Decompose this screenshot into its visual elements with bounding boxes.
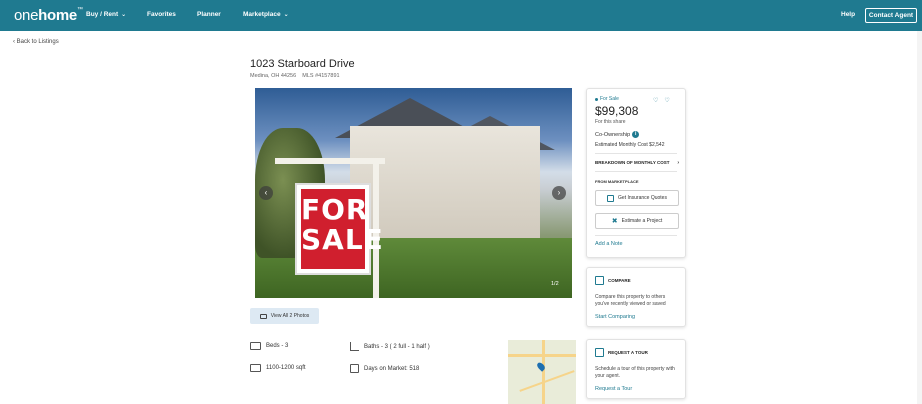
days-text: Days on Market: 518 [364,365,420,372]
logo-prefix: one [14,7,39,24]
nav-buy-rent[interactable]: Buy / Rent ⌄ [86,11,126,18]
card-actions: ♡ ♡ [653,97,670,104]
chevron-down-icon: ⌄ [121,12,127,18]
chevron-left-icon: ‹ [264,188,268,197]
logo-bold: home [38,7,77,24]
co-ownership-label: Co-Ownership [595,131,631,138]
photo-counter: 1/2 [551,281,559,287]
status-badge: For Sale [595,96,619,102]
divider [595,153,677,154]
from-marketplace-heading: FROM MARKETPLACE [595,179,639,184]
help-link[interactable]: Help [841,11,855,18]
bathtub-icon [350,342,359,351]
add-note-link[interactable]: Add a Note [595,241,623,247]
share-text: For this share [595,119,626,125]
onehome-logo[interactable]: onehome™ [14,7,83,24]
logo-tm: ™ [76,7,83,13]
back-label: Back to Listings [16,39,59,45]
info-icon[interactable]: i [632,131,640,138]
photo-prev-button[interactable]: ‹ [259,186,273,200]
nav-marketplace[interactable]: Marketplace ⌄ [243,11,289,18]
thumbs-down-icon[interactable]: ♡ [653,97,658,104]
chevron-down-icon: ⌄ [283,12,289,18]
contact-agent-button[interactable]: Contact Agent [865,8,917,23]
compare-card: COMPARE Compare this property to others … [586,267,686,327]
nav-favorites-label: Favorites [147,11,176,18]
view-all-photos-button[interactable]: View All 2 Photos [250,308,319,324]
nav-marketplace-label: Marketplace [243,11,281,18]
compare-text: Compare this property to others you've r… [595,294,666,307]
nav-planner-label: Planner [197,11,221,18]
nav-buy-rent-label: Buy / Rent [86,11,119,18]
fact-baths: Baths - 3 ( 2 full - 1 half ) [350,342,430,351]
view-all-label: View All 2 Photos [270,313,310,319]
baths-text: Baths - 3 ( 2 full - 1 half ) [364,343,430,350]
beds-text: Beds - 3 [266,343,289,349]
map-road [542,340,545,404]
map-road [519,370,575,392]
listing-subline: Medina, OH 44256 MLS #4157891 [250,73,340,79]
compare-icon [595,276,604,285]
tour-title: REQUEST A TOUR [608,350,648,355]
co-ownership: Co-Ownership i [595,131,640,138]
for-sale-sign: FOR SALE [295,183,384,275]
chevron-right-icon: › [677,160,679,166]
fact-beds: Beds - 3 [250,342,288,350]
breakdown-label: BREAKDOWN OF MONTHLY COST [595,160,670,165]
calendar-icon [595,348,604,357]
back-to-listings-link[interactable]: ‹ Back to Listings [13,39,59,45]
heart-icon[interactable]: ♡ [664,97,669,104]
estimate-label: Estimate a Project [621,218,663,224]
tour-heading: REQUEST A TOUR [595,348,648,357]
divider [595,171,677,172]
get-insurance-quotes-button[interactable]: Get Insurance Quotes [595,190,679,206]
tools-icon: ✖ [611,218,618,225]
start-comparing-link[interactable]: Start Comparing [595,314,635,320]
location-map[interactable] [508,340,576,404]
tour-text: Schedule a tour of this property with yo… [595,366,675,379]
calendar-icon [350,364,359,373]
estimated-monthly-cost: Estimated Monthly Cost $2,542 [595,142,665,148]
camera-icon [259,313,267,319]
status-dot-icon [595,97,598,101]
insurance-label: Get Insurance Quotes [618,195,667,201]
for-sale-sign-panel: FOR SALE [301,189,384,269]
nav-favorites[interactable]: Favorites [147,11,176,18]
listing-address: 1023 Starboard Drive [250,58,355,70]
chevron-left-icon: ‹ [13,39,15,45]
top-navigation-bar: onehome™ Buy / Rent ⌄ Favorites Planner M… [0,0,922,31]
floorplan-icon [250,364,261,372]
photo-next-button[interactable]: › [552,186,566,200]
compare-title: COMPARE [608,278,631,283]
request-tour-link[interactable]: Request a Tour [595,386,632,392]
breakdown-monthly-cost-link[interactable]: BREAKDOWN OF MONTHLY COST › [595,160,679,166]
tour-card: REQUEST A TOUR Schedule a tour of this p… [586,339,686,399]
fact-sqft: 1100-1200 sqft [250,364,306,372]
price: $99,308 [595,104,639,118]
chevron-right-icon: › [557,188,561,197]
status-text: For Sale [600,96,619,102]
sign-line-2: SALE [301,223,384,256]
bed-icon [250,342,261,350]
price-card: For Sale ♡ ♡ $99,308 For this share Co-O… [586,88,686,258]
photo-sign-post [275,158,385,164]
insurance-icon [607,194,615,202]
listing-photo[interactable]: FOR SALE [255,88,572,298]
nav-planner[interactable]: Planner [197,11,221,18]
divider [595,235,677,236]
fact-days: Days on Market: 518 [350,364,419,373]
sign-line-1: FOR [301,193,369,226]
page-scrollbar[interactable] [917,31,922,404]
estimate-project-button[interactable]: ✖ Estimate a Project [595,213,679,229]
sqft-text: 1100-1200 sqft [266,365,306,371]
compare-heading: COMPARE [595,276,631,285]
